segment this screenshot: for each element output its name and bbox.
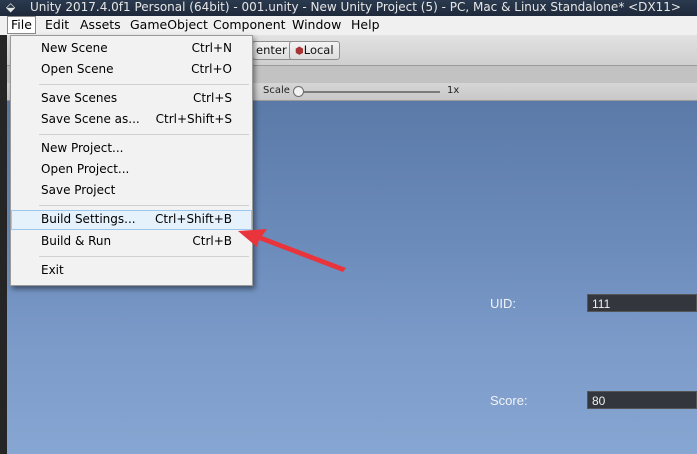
- menu-item-build-and-run[interactable]: Build & Run Ctrl+B: [11, 232, 252, 252]
- menu-item-label: New Scene: [41, 41, 108, 55]
- score-input[interactable]: 80: [587, 391, 697, 409]
- menu-item-label: Build Settings...: [41, 212, 136, 226]
- menu-file[interactable]: File: [7, 16, 36, 34]
- menu-separator: [39, 256, 249, 257]
- menu-item-shortcut: Ctrl+B: [192, 234, 232, 248]
- window-title-bar: ⬙ Unity 2017.4.0f1 Personal (64bit) - 00…: [0, 0, 697, 16]
- menu-item-label: Save Scenes: [41, 91, 118, 105]
- scale-value: 1x: [447, 85, 460, 96]
- uid-label: UID:: [490, 296, 516, 311]
- menu-edit[interactable]: Edit: [42, 17, 72, 33]
- menu-gameobject[interactable]: GameObject: [127, 17, 211, 33]
- local-global-button[interactable]: ⬢Local: [289, 41, 340, 60]
- menu-item-exit[interactable]: Exit: [11, 261, 252, 281]
- scale-label: Scale: [263, 85, 290, 96]
- menu-item-shortcut: Ctrl+N: [191, 41, 232, 55]
- scale-slider-handle[interactable]: [293, 86, 304, 97]
- unity-logo-icon: ⬙: [6, 0, 16, 14]
- menu-separator: [39, 84, 249, 85]
- pivot-center-button[interactable]: enter: [252, 41, 293, 60]
- menu-item-save-scene-as[interactable]: Save Scene as... Ctrl+Shift+S: [11, 110, 252, 130]
- menu-item-label: New Project...: [41, 141, 124, 155]
- menu-item-open-project[interactable]: Open Project...: [11, 160, 252, 180]
- menu-item-open-scene[interactable]: Open Scene Ctrl+O: [11, 60, 252, 80]
- cube-icon: ⬢: [295, 46, 304, 57]
- uid-input[interactable]: 111: [587, 294, 697, 312]
- menu-item-save-scenes[interactable]: Save Scenes Ctrl+S: [11, 89, 252, 109]
- menu-item-shortcut: Ctrl+S: [192, 91, 232, 105]
- menu-item-label: Build & Run: [41, 234, 112, 248]
- menu-item-new-project[interactable]: New Project...: [11, 139, 252, 159]
- menu-item-label: Exit: [41, 263, 64, 277]
- menu-window[interactable]: Window: [289, 17, 344, 33]
- menu-item-save-project[interactable]: Save Project: [11, 181, 252, 201]
- file-menu-dropdown: New Scene Ctrl+N Open Scene Ctrl+O Save …: [10, 35, 253, 286]
- score-label: Score:: [490, 393, 528, 408]
- menu-item-label: Open Scene: [41, 62, 114, 76]
- menu-item-build-settings[interactable]: Build Settings... Ctrl+Shift+B: [11, 210, 252, 230]
- local-label: Local: [303, 43, 334, 57]
- menu-item-shortcut: Ctrl+Shift+B: [155, 212, 232, 226]
- menu-assets[interactable]: Assets: [77, 17, 124, 33]
- menu-help[interactable]: Help: [348, 17, 383, 33]
- hierarchy-panel-edge: [0, 35, 7, 454]
- scale-slider-track[interactable]: [297, 91, 440, 93]
- menu-item-shortcut: Ctrl+O: [191, 62, 232, 76]
- menu-separator: [39, 205, 249, 206]
- menu-item-new-scene[interactable]: New Scene Ctrl+N: [11, 39, 252, 59]
- menu-bar: File Edit Assets GameObject Component Wi…: [0, 16, 697, 36]
- menu-component[interactable]: Component: [210, 17, 289, 33]
- menu-item-label: Open Project...: [41, 162, 130, 176]
- window-title: Unity 2017.4.0f1 Personal (64bit) - 001.…: [30, 0, 681, 14]
- menu-separator: [39, 134, 249, 135]
- menu-item-shortcut: Ctrl+Shift+S: [155, 112, 232, 126]
- menu-item-label: Save Scene as...: [41, 112, 140, 126]
- menu-item-label: Save Project: [41, 183, 116, 197]
